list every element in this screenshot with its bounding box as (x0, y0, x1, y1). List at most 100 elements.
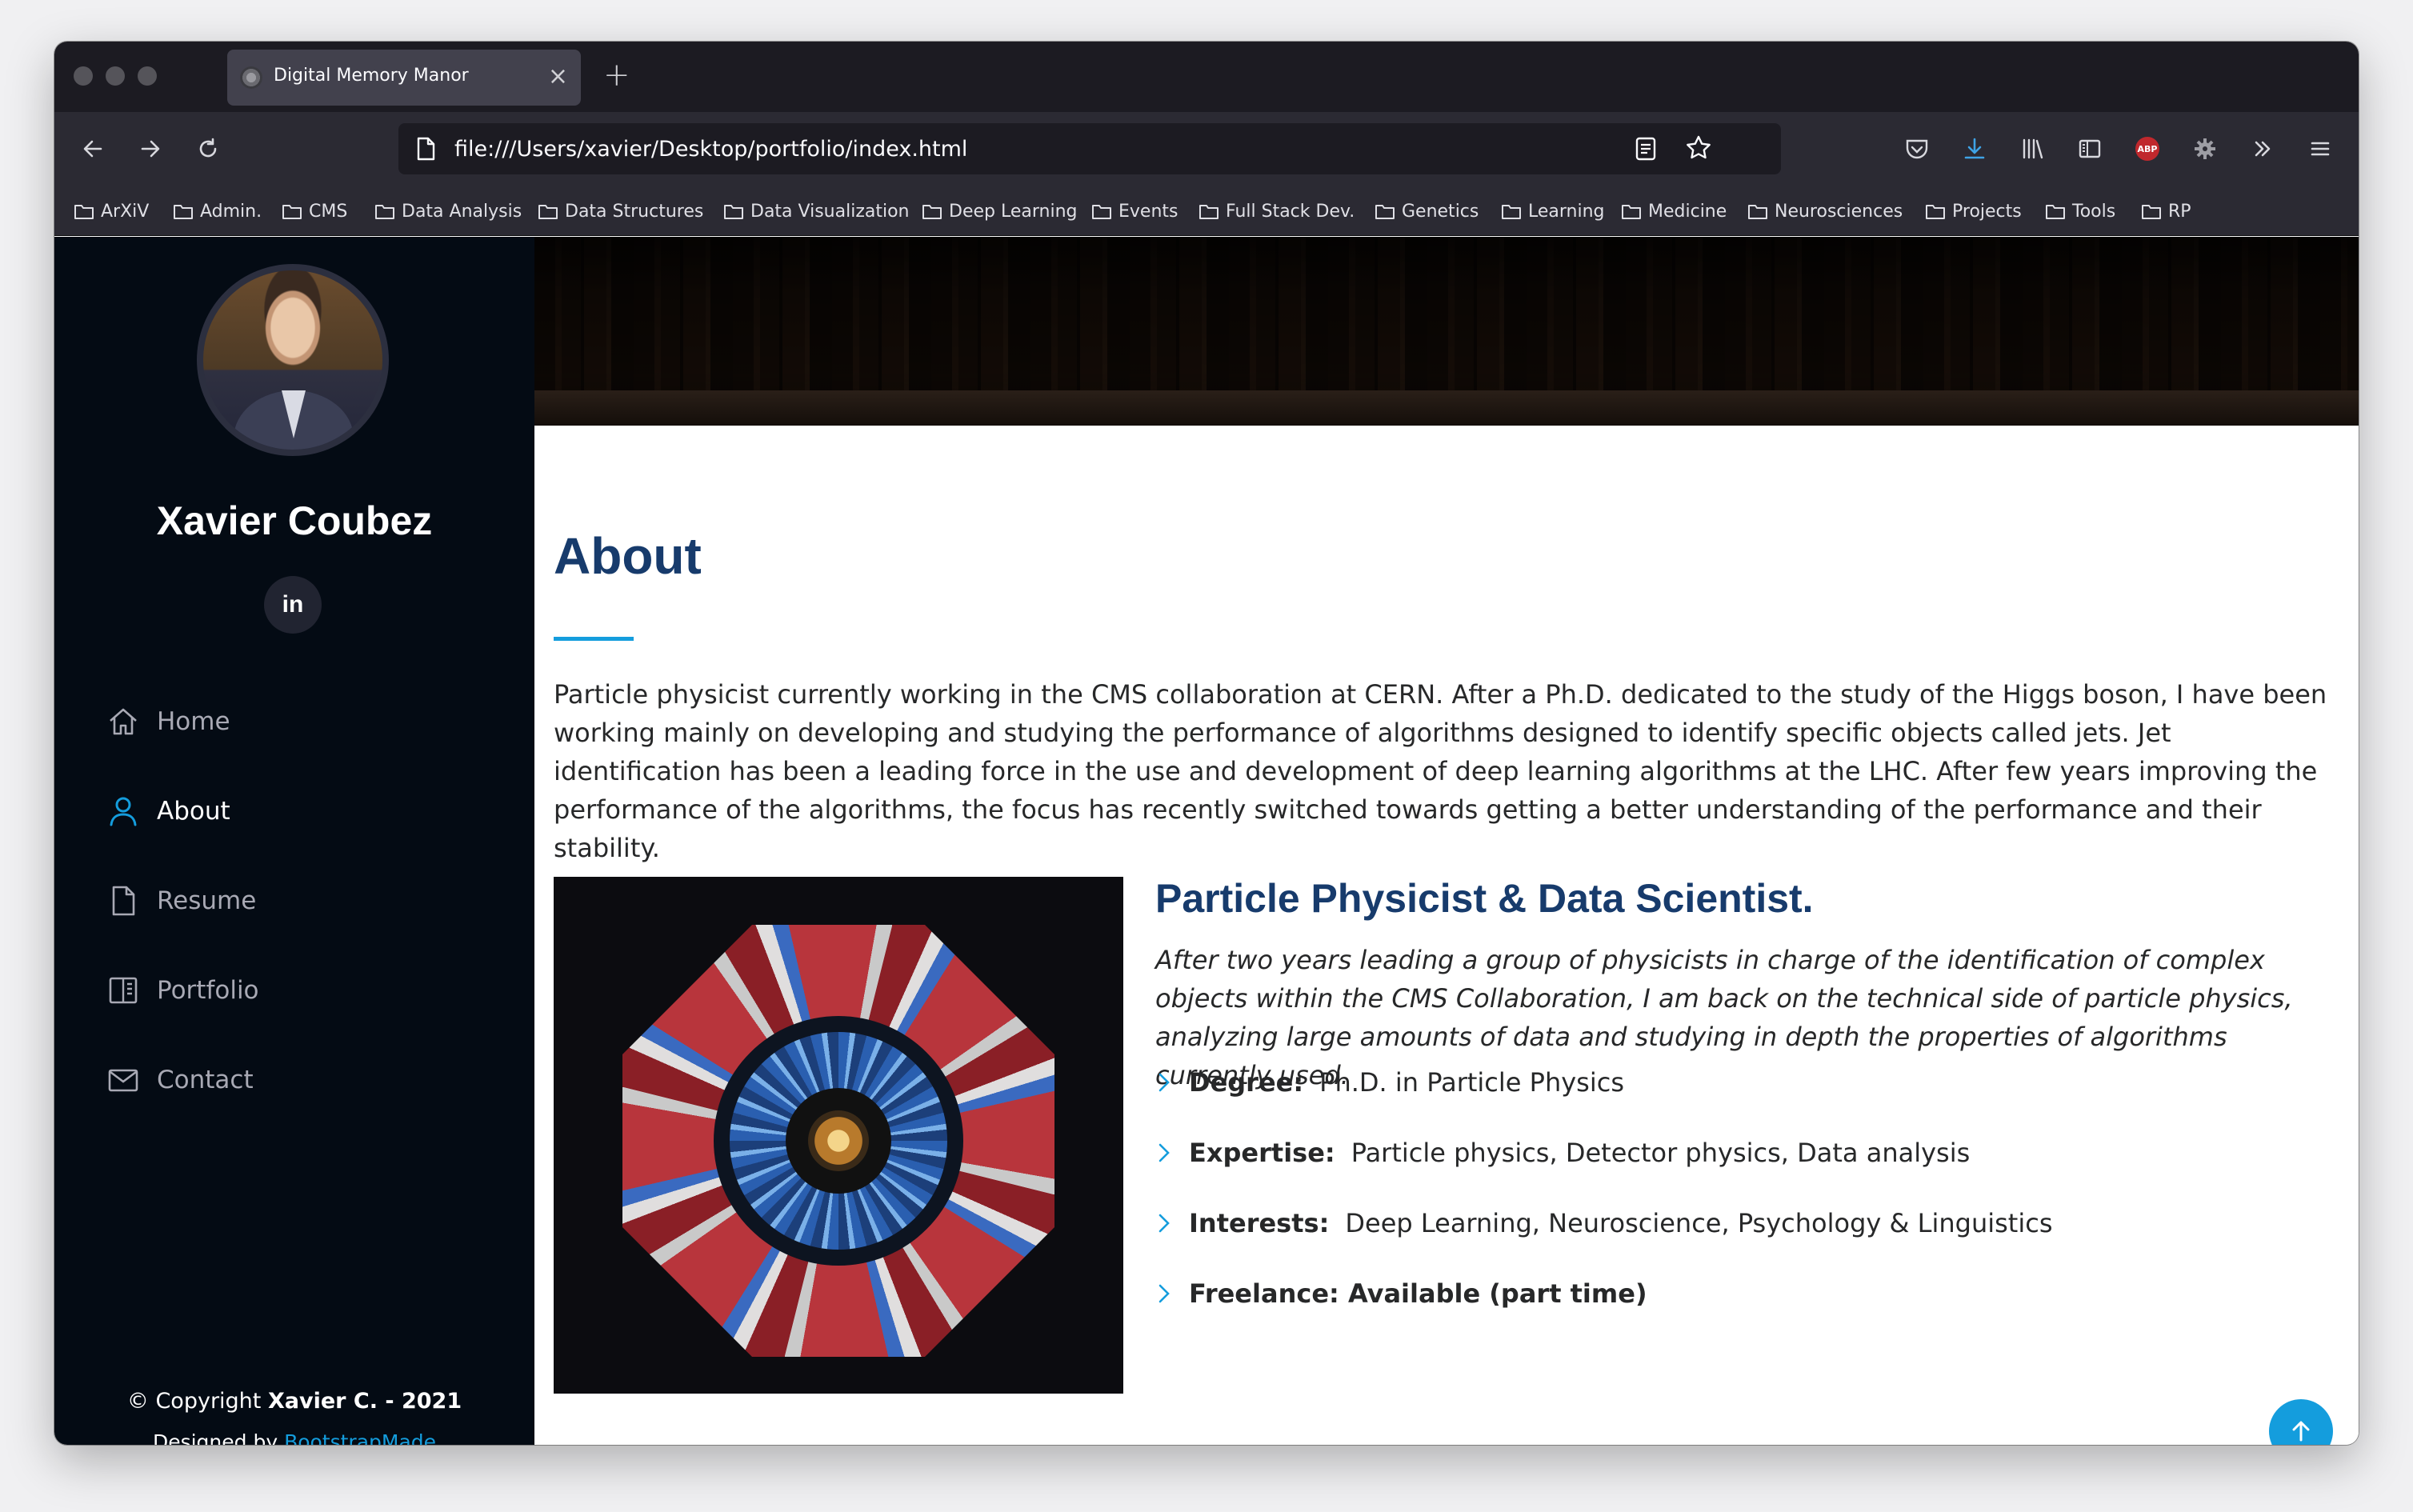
hero-banner-image (534, 237, 2359, 426)
bookmark-item[interactable]: Neurosciences (1747, 197, 1903, 226)
folder-icon (538, 205, 558, 219)
favicon-icon (240, 66, 262, 89)
profile-name: Xavier Coubez (156, 498, 433, 543)
nav-contact-label: Contact (157, 1066, 254, 1094)
nav-resume[interactable]: Resume (106, 877, 256, 925)
bookmark-item[interactable]: Genetics (1375, 197, 1479, 226)
copyright: © Copyright Xavier C. - 2021 (126, 1389, 462, 1414)
bootstrapmade-link[interactable]: BootstrapMade (284, 1430, 436, 1445)
minimize-window-button[interactable] (106, 66, 125, 86)
back-icon[interactable] (72, 112, 114, 186)
nav-home[interactable]: Home (106, 698, 230, 746)
designed-by: Designed by BootstrapMade (54, 1430, 534, 1445)
bookmark-label: RP (2168, 201, 2191, 222)
bookmark-item[interactable]: RP (2141, 197, 2191, 226)
folder-icon (375, 205, 394, 219)
tab-close-icon[interactable]: × (548, 61, 568, 93)
forward-icon[interactable] (130, 112, 171, 186)
title-underline (554, 637, 634, 641)
bookmark-label: Tools (2072, 201, 2116, 222)
url-bar[interactable]: file:///Users/xavier/Desktop/portfolio/i… (398, 123, 1781, 174)
overflow-chevrons-icon[interactable] (2242, 112, 2283, 186)
bookmark-label: Neurosciences (1775, 201, 1903, 222)
bookmark-label: Data Visualization (750, 201, 910, 222)
chevron-right-icon (1155, 1211, 1189, 1235)
reader-view-icon[interactable] (1634, 136, 1658, 165)
section-title: About (554, 527, 702, 585)
bookmark-label: Data Analysis (402, 201, 522, 222)
close-window-button[interactable] (74, 66, 93, 86)
bookmark-label: ArXiV (101, 201, 150, 222)
extension-gear-icon[interactable] (2184, 112, 2226, 186)
nav-about-label: About (157, 797, 230, 826)
fact-freelance: Freelance: Available (part time) (1155, 1274, 1647, 1314)
bookmark-label: Data Structures (565, 201, 704, 222)
zoom-window-button[interactable] (138, 66, 157, 86)
browser-window: Digital Memory Manor × + file:///Users/x… (54, 42, 2359, 1445)
folder-icon (1092, 205, 1111, 219)
folder-icon (2142, 205, 2161, 219)
nav-contact[interactable]: Contact (106, 1056, 254, 1104)
nav-resume-label: Resume (157, 886, 257, 915)
bookmark-item[interactable]: Tools (2045, 197, 2115, 226)
folder-icon (282, 205, 302, 219)
arrow-up-icon (2292, 1421, 2310, 1442)
hamburger-menu-icon[interactable] (2299, 112, 2341, 186)
person-icon (106, 794, 141, 829)
main-content: About Particle physicist currently worki… (534, 237, 2359, 1445)
nav-about[interactable]: About (106, 787, 230, 835)
pocket-icon[interactable] (1896, 112, 1938, 186)
bookmark-item[interactable]: Learning (1501, 197, 1605, 226)
bookmark-item[interactable]: Projects (1925, 197, 2022, 226)
library-icon[interactable] (2011, 112, 2053, 186)
bookmark-item[interactable]: Admin. (173, 197, 262, 226)
bookmark-label: Medicine (1648, 201, 1727, 222)
download-icon[interactable] (1954, 112, 1995, 186)
file-icon (106, 883, 141, 918)
bookmark-item[interactable]: ArXiV (74, 197, 149, 226)
bookmark-item[interactable]: Events (1091, 197, 1178, 226)
folder-icon (74, 205, 94, 219)
bookmark-label: Events (1118, 201, 1178, 222)
bookmark-item[interactable]: Data Structures (538, 197, 703, 226)
folder-icon (2046, 205, 2065, 219)
tab-bar: Digital Memory Manor × + (54, 42, 2359, 112)
folder-icon (1926, 205, 1945, 219)
bookmark-item[interactable]: CMS (282, 197, 347, 226)
chevron-right-icon (1155, 1141, 1189, 1165)
bookmark-label: Learning (1528, 201, 1605, 222)
back-to-top-button[interactable] (2269, 1399, 2333, 1445)
nav-portfolio[interactable]: Portfolio (106, 966, 259, 1014)
tab-active[interactable]: Digital Memory Manor × (227, 50, 581, 106)
bookmark-item[interactable]: Data Analysis (374, 197, 522, 226)
folder-icon (1622, 205, 1641, 219)
folder-icon (1748, 205, 1767, 219)
navigation-toolbar: file:///Users/xavier/Desktop/portfolio/i… (54, 112, 2359, 186)
chevron-right-icon (1155, 1070, 1189, 1094)
chevron-right-icon (1155, 1282, 1189, 1306)
bookmark-label: Projects (1952, 201, 2022, 222)
site-sidebar: Xavier Coubez in Home About Resume Portf… (54, 237, 534, 1445)
reload-icon[interactable] (187, 112, 229, 186)
avatar (197, 264, 389, 456)
bookmark-label: Deep Learning (949, 201, 1078, 222)
nav-portfolio-label: Portfolio (157, 976, 259, 1005)
bookmark-item[interactable]: Deep Learning (922, 197, 1077, 226)
bookmark-item[interactable]: Data Visualization (723, 197, 909, 226)
bookmark-item[interactable]: Medicine (1621, 197, 1727, 226)
linkedin-icon[interactable]: in (264, 576, 322, 634)
folder-icon (174, 205, 193, 219)
book-icon (106, 973, 141, 1008)
folder-icon (724, 205, 743, 219)
bookmark-star-icon[interactable] (1685, 134, 1712, 165)
folder-icon (1199, 205, 1219, 219)
tab-title: Digital Memory Manor (274, 66, 469, 86)
bookmarks-toolbar: ArXiV Admin. CMS Data Analysis Data Structur… (54, 186, 2359, 236)
bookmark-item[interactable]: Full Stack Dev. (1198, 197, 1355, 226)
adblock-icon[interactable]: ABP (2127, 112, 2168, 186)
sidebar-toggle-icon[interactable] (2069, 112, 2111, 186)
subheading: Particle Physicist & Data Scientist. (1155, 876, 1814, 921)
page-icon (414, 136, 437, 165)
bookmark-label: Admin. (200, 201, 262, 222)
new-tab-button[interactable]: + (603, 56, 630, 94)
